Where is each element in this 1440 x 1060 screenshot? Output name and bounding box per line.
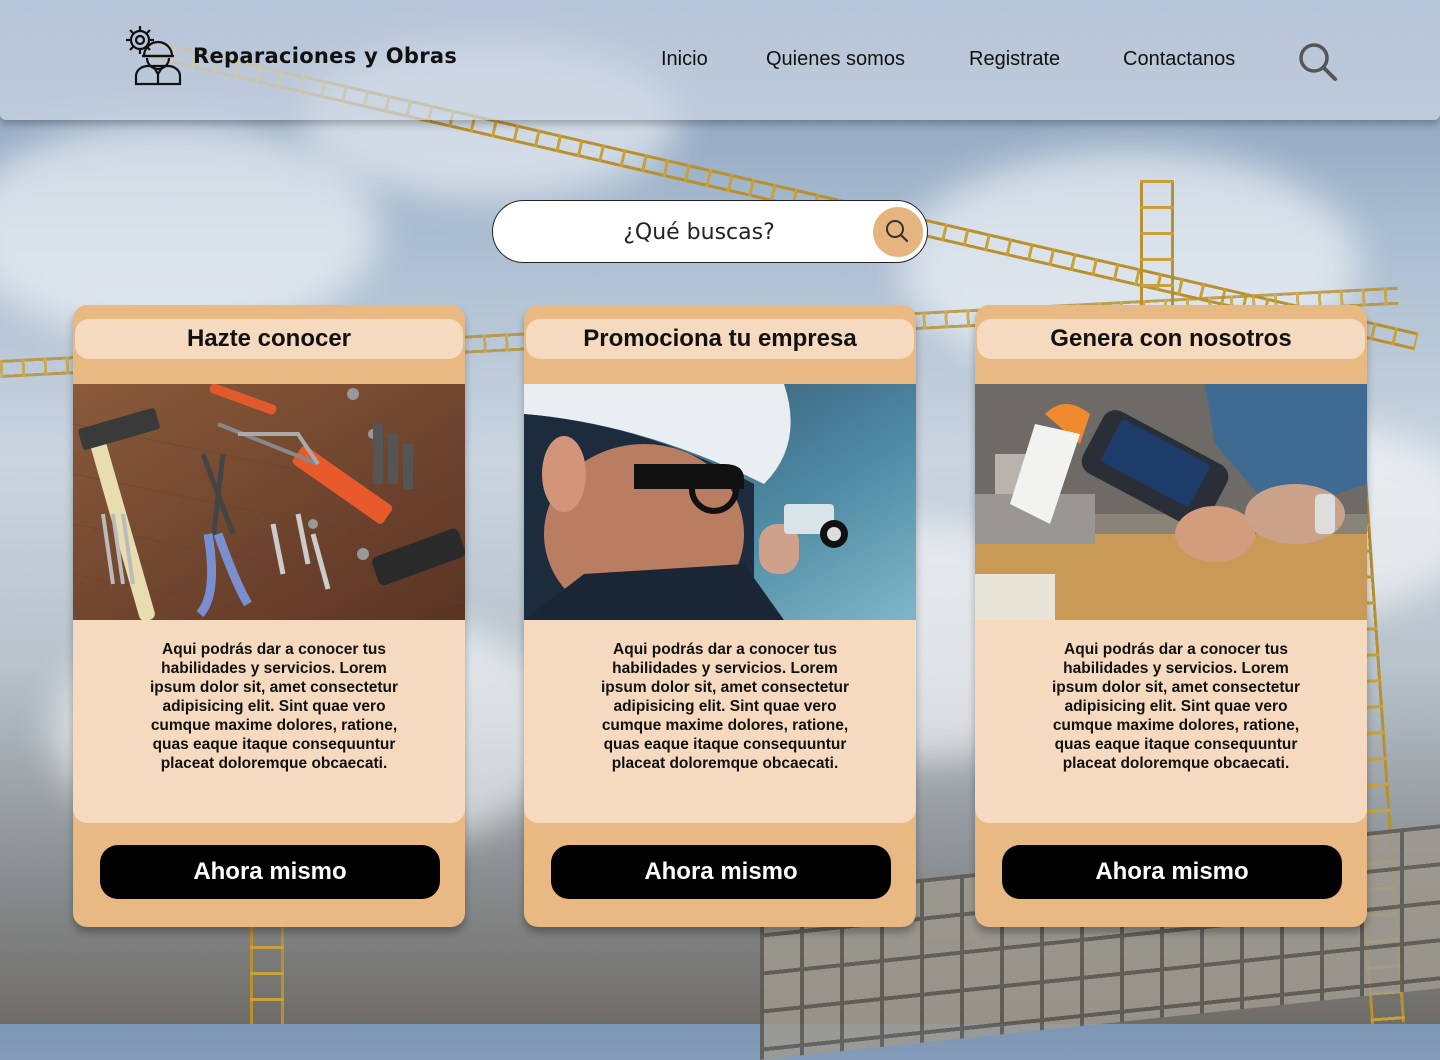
nav-link-contactanos[interactable]: Contactanos <box>1123 48 1235 71</box>
ahora-mismo-button[interactable]: Ahora mismo <box>551 845 891 899</box>
nav-link-registrate[interactable]: Registrate <box>969 48 1060 71</box>
search-input[interactable] <box>517 209 881 255</box>
electrician-at-work-photo <box>524 384 916 620</box>
card-title-banner: Promociona tu empresa <box>526 319 914 359</box>
card-title: Genera con nosotros <box>1050 325 1292 352</box>
card-title-banner: Hazte conocer <box>75 319 463 359</box>
card-title: Hazte conocer <box>186 325 352 352</box>
brand-name: Reparaciones y Obras <box>193 44 458 68</box>
worker-gear-icon <box>126 26 182 86</box>
ahora-mismo-button[interactable]: Ahora mismo <box>1002 845 1342 899</box>
search-bar <box>492 200 928 263</box>
card-description: Aqui podrás dar a conocer tus habilidade… <box>600 641 850 772</box>
search-icon <box>886 220 909 243</box>
card-body: Aqui podrás dar a conocer tus habilidade… <box>975 620 1367 823</box>
ahora-mismo-button[interactable]: Ahora mismo <box>100 845 440 899</box>
card-title: Promociona tu empresa <box>583 325 857 352</box>
card-description: Aqui podrás dar a conocer tus habilidade… <box>149 641 399 772</box>
card-genera-con-nosotros: Genera con nosotros Aqui podrás dar a co… <box>975 305 1367 927</box>
nav-link-quienes-somos[interactable]: Quienes somos <box>766 48 905 71</box>
card-promociona-tu-empresa: Promociona tu empresa Aqui podrás dar a … <box>524 305 916 927</box>
tools-on-wood-photo <box>73 384 465 620</box>
card-hazte-conocer: Hazte conocer Aqui podrás dar a conocer … <box>73 305 465 927</box>
navbar: Reparaciones y Obras Inicio Quienes somo… <box>0 0 1440 120</box>
card-body: Aqui podrás dar a conocer tus habilidade… <box>73 620 465 823</box>
search-button[interactable] <box>873 207 923 257</box>
nav-link-inicio[interactable]: Inicio <box>661 48 708 71</box>
search-icon[interactable] <box>1298 42 1338 82</box>
card-description: Aqui podrás dar a conocer tus habilidade… <box>1051 641 1301 772</box>
payment-terminal-photo <box>975 384 1367 620</box>
card-title-banner: Genera con nosotros <box>977 319 1365 359</box>
card-body: Aqui podrás dar a conocer tus habilidade… <box>524 620 916 823</box>
